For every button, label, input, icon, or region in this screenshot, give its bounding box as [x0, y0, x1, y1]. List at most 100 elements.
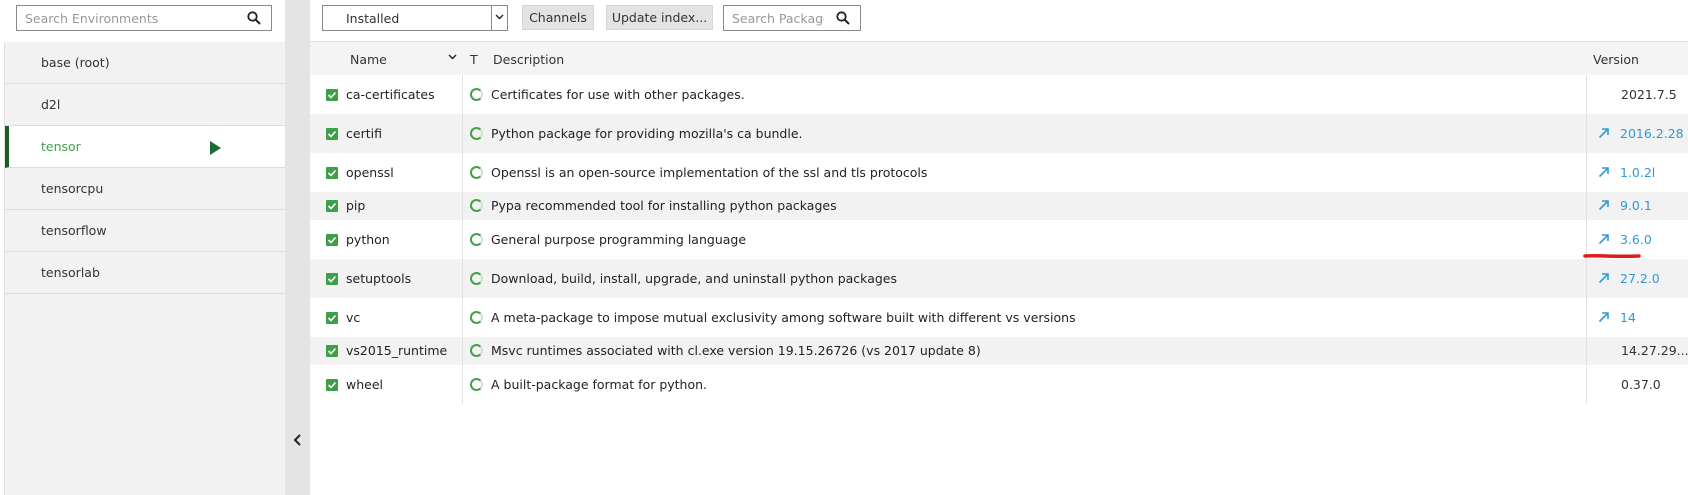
search-icon[interactable] [247, 11, 261, 25]
package-version[interactable]: 14 [1620, 310, 1636, 325]
search-icon[interactable] [836, 11, 850, 25]
packages-toolbar: Installed Channels Update index... [310, 0, 1688, 42]
update-arrow-icon[interactable] [1598, 233, 1610, 245]
table-header: Name T Description Version [310, 42, 1688, 75]
sidebar-collapse-gutter[interactable] [285, 0, 310, 495]
checkmark-icon [327, 202, 337, 210]
package-name: ca-certificates [346, 87, 435, 102]
package-status-icon [470, 344, 483, 357]
env-item-label: tensor [41, 139, 81, 154]
package-status-icon [470, 233, 483, 246]
column-divider [462, 220, 463, 259]
package-version[interactable]: 27.2.0 [1620, 271, 1660, 286]
package-description: Python package for providing mozilla's c… [491, 126, 803, 141]
packages-table: Name T Description Version ca-certificat… [310, 42, 1688, 404]
column-divider [1586, 259, 1587, 298]
column-divider [462, 337, 463, 365]
package-name: vc [346, 310, 361, 325]
update-arrow-icon[interactable] [1598, 199, 1610, 211]
env-search-input[interactable] [17, 6, 237, 30]
update-arrow-icon[interactable] [1598, 311, 1610, 323]
package-search-box[interactable] [723, 5, 861, 31]
column-header-description[interactable]: Description [493, 52, 564, 67]
env-item-label: tensorcpu [41, 181, 104, 196]
checkmark-icon [327, 381, 337, 389]
table-row[interactable]: python General purpose programming langua… [310, 220, 1688, 259]
package-filter-value: Installed [346, 11, 400, 26]
checkmark-icon [327, 130, 337, 138]
package-checkbox[interactable] [326, 379, 338, 391]
column-header-name[interactable]: Name [350, 52, 387, 67]
package-checkbox[interactable] [326, 128, 338, 140]
column-divider [462, 192, 463, 220]
column-divider [1586, 75, 1587, 114]
package-description: Certificates for use with other packages… [491, 87, 745, 102]
package-status-icon [470, 166, 483, 179]
table-row[interactable]: certifi Python package for providing mozi… [310, 114, 1688, 153]
env-item-label: d2l [41, 97, 61, 112]
checkmark-icon [327, 236, 337, 244]
env-item[interactable]: tensorcpu [5, 168, 285, 210]
column-divider [1586, 114, 1587, 153]
column-header-type[interactable]: T [470, 52, 478, 67]
package-checkbox[interactable] [326, 345, 338, 357]
table-row[interactable]: ca-certificates Certificates for use with… [310, 75, 1688, 114]
env-search-box[interactable] [16, 5, 272, 31]
package-status-icon [470, 88, 483, 101]
checkmark-icon [327, 314, 337, 322]
package-name: wheel [346, 377, 383, 392]
package-description: Msvc runtimes associated with cl.exe ver… [491, 343, 981, 358]
table-row[interactable]: vs2015_runtime Msvc runtimes associated w… [310, 337, 1688, 365]
env-item[interactable]: tensorflow [5, 210, 285, 252]
package-version: 2021.7.5 [1621, 87, 1677, 102]
package-checkbox[interactable] [326, 234, 338, 246]
env-item-label: base (root) [41, 55, 110, 70]
package-version: 14.27.29... [1621, 343, 1688, 358]
table-row[interactable]: openssl Openssl is an open-source impleme… [310, 153, 1688, 192]
play-icon[interactable] [210, 141, 221, 155]
table-row[interactable]: wheel A built-package format for python. 0… [310, 365, 1688, 404]
table-row[interactable]: setuptools Download, build, install, upgr… [310, 259, 1688, 298]
column-divider [462, 75, 463, 114]
package-checkbox[interactable] [326, 89, 338, 101]
package-description: A meta-package to impose mutual exclusiv… [491, 310, 1076, 325]
package-version[interactable]: 9.0.1 [1620, 198, 1652, 213]
package-name: python [346, 232, 390, 247]
select-arrow[interactable] [491, 6, 507, 30]
package-checkbox[interactable] [326, 273, 338, 285]
table-row[interactable]: vc A meta-package to impose mutual exclus… [310, 298, 1688, 337]
env-item-label: tensorlab [41, 265, 100, 280]
column-divider [1586, 337, 1587, 365]
package-version[interactable]: 2016.2.28 [1620, 126, 1684, 141]
package-status-icon [470, 199, 483, 212]
update-arrow-icon[interactable] [1598, 127, 1610, 139]
update-arrow-icon[interactable] [1598, 272, 1610, 284]
package-name: setuptools [346, 271, 412, 286]
checkmark-icon [327, 169, 337, 177]
update-arrow-icon[interactable] [1598, 166, 1610, 178]
table-row[interactable]: pip Pypa recommended tool for installing … [310, 192, 1688, 220]
column-divider [1586, 192, 1587, 220]
package-version[interactable]: 3.6.0 [1620, 232, 1652, 247]
package-filter-select[interactable]: Installed [322, 5, 508, 31]
env-item[interactable]: d2l [5, 84, 285, 126]
environments-sidebar: base (root) d2l tensor tensorcpu tensorflow t… [0, 0, 285, 495]
env-item[interactable]: tensorlab [5, 252, 285, 294]
package-name: vs2015_runtime [346, 343, 448, 358]
env-item[interactable]: tensor [5, 126, 285, 168]
column-divider [462, 298, 463, 337]
update-index-button[interactable]: Update index... [606, 5, 713, 30]
package-checkbox[interactable] [326, 167, 338, 179]
checkmark-icon [327, 275, 337, 283]
channels-button[interactable]: Channels [522, 5, 594, 30]
column-header-version[interactable]: Version [1593, 52, 1639, 67]
package-version[interactable]: 1.0.2l [1620, 165, 1655, 180]
package-checkbox[interactable] [326, 312, 338, 324]
package-search-input[interactable] [724, 6, 824, 30]
chevron-left-icon[interactable] [291, 432, 305, 448]
package-name: certifi [346, 126, 382, 141]
sort-chevron-icon[interactable] [448, 54, 457, 60]
package-status-icon [470, 272, 483, 285]
package-checkbox[interactable] [326, 200, 338, 212]
env-item[interactable]: base (root) [5, 42, 285, 84]
